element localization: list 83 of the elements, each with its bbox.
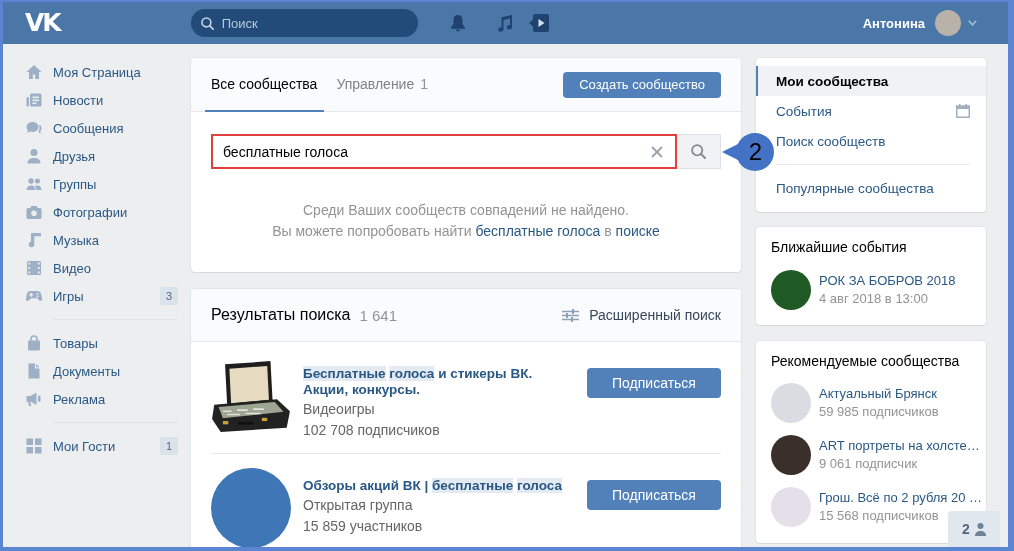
section-title: Рекомендуемые сообщества bbox=[770, 352, 961, 369]
search-button[interactable] bbox=[677, 134, 721, 169]
logo[interactable]: VK bbox=[25, 9, 60, 37]
subscribe-button[interactable]: Подписаться bbox=[587, 368, 721, 398]
subscriber-count: 15 568 подписчиков bbox=[819, 507, 940, 525]
search-icon bbox=[691, 144, 706, 159]
sidebar-item[interactable]: Игры 3 bbox=[3, 282, 178, 310]
event-date: 4 авг 2018 в 13:00 bbox=[819, 290, 929, 308]
group-avatar[interactable] bbox=[771, 435, 811, 475]
result-count: 1 641 bbox=[359, 306, 397, 324]
search-input[interactable]: бесплатные голоса bbox=[223, 143, 651, 160]
close-icon[interactable] bbox=[651, 145, 663, 158]
section-title: Ближайшие события bbox=[770, 238, 908, 255]
sidebar-item[interactable]: Моя Страница bbox=[3, 58, 178, 86]
search-link[interactable]: поиске bbox=[615, 223, 660, 239]
caret-icon[interactable] bbox=[968, 20, 977, 26]
person-icon bbox=[974, 522, 986, 536]
subscriber-count: 59 985 подписчиков bbox=[819, 403, 939, 421]
count-badge: 3 bbox=[160, 287, 178, 305]
home-icon bbox=[26, 64, 42, 80]
sidebar-item[interactable]: Товары bbox=[3, 329, 178, 357]
advanced-search-link[interactable]: Расширенный поиск bbox=[562, 307, 721, 323]
newspaper-icon bbox=[26, 92, 42, 108]
menu-item[interactable]: Мои сообщества bbox=[756, 66, 986, 96]
menu-item[interactable]: Популярные сообщества bbox=[776, 173, 986, 203]
sidebar-item[interactable]: Мои Гости 1 bbox=[3, 432, 178, 460]
sidebar-item[interactable]: Сообщения bbox=[3, 114, 178, 142]
user-name[interactable]: Антонина bbox=[862, 15, 925, 31]
document-icon bbox=[26, 363, 42, 379]
menu-item[interactable]: События bbox=[776, 96, 986, 126]
sidebar-item[interactable]: Новости bbox=[3, 86, 178, 114]
event-name[interactable]: РОК ЗА БОБРОВ 2018 bbox=[819, 272, 956, 290]
step-callout: 2 bbox=[722, 131, 774, 173]
section-title: Результаты поиска bbox=[211, 306, 351, 324]
music-note-icon[interactable] bbox=[496, 14, 512, 32]
sidebar-item[interactable]: Друзья bbox=[3, 142, 178, 170]
film-icon bbox=[26, 260, 42, 276]
sidebar-item[interactable]: Видео bbox=[3, 254, 178, 282]
user-avatar[interactable] bbox=[935, 10, 961, 36]
community-category: Открытая группа bbox=[303, 496, 414, 515]
no-results-text: Среди Ваших сообществ совпадений не найдено. bbox=[302, 201, 630, 220]
result-title[interactable]: Бесплатные голоса и стикеры ВК. Акции, конкурсы. bbox=[303, 366, 573, 398]
tab[interactable]: Все сообщества bbox=[205, 58, 325, 112]
community-name[interactable]: Грош. Всё по 2 рубля 20 … bbox=[819, 489, 983, 507]
bell-icon[interactable] bbox=[450, 14, 465, 32]
member-count: 15 859 участников bbox=[303, 517, 424, 536]
sidebar-item[interactable]: Реклама bbox=[3, 385, 178, 413]
sidebar-item[interactable]: Группы bbox=[3, 170, 178, 198]
event-avatar[interactable] bbox=[771, 270, 811, 310]
query-link[interactable]: бесплатные голоса bbox=[475, 223, 601, 239]
subscriber-count: 9 061 подписчик bbox=[819, 455, 919, 473]
people-icon bbox=[26, 176, 42, 192]
grid-icon bbox=[26, 438, 42, 454]
sidebar-item[interactable]: Музыка bbox=[3, 226, 178, 254]
member-count: 102 708 подписчиков bbox=[303, 421, 441, 440]
menu-item[interactable]: Поиск сообществ bbox=[776, 126, 986, 156]
search-icon bbox=[200, 16, 214, 30]
search-input[interactable]: Поиск bbox=[221, 15, 402, 31]
tab[interactable]: Управление 1 bbox=[330, 58, 435, 112]
speech-bubbles-icon bbox=[26, 120, 42, 136]
music-note-icon bbox=[26, 232, 42, 248]
community-name[interactable]: Актуальный Брянск bbox=[819, 385, 939, 403]
video-icon[interactable] bbox=[528, 14, 549, 32]
create-community-button[interactable]: Создать сообщество bbox=[563, 71, 721, 98]
bag-icon bbox=[26, 335, 42, 351]
online-friends-button[interactable]: 2 bbox=[948, 511, 1000, 547]
count-badge: 1 bbox=[160, 437, 178, 455]
sidebar-item[interactable]: Документы bbox=[3, 357, 178, 385]
megaphone-icon bbox=[26, 391, 42, 407]
suggestion-text: Вы можете попробовать найти бесплатные голоса в поиске bbox=[271, 222, 661, 241]
person-icon bbox=[26, 148, 42, 164]
calendar-icon[interactable] bbox=[956, 104, 970, 118]
search-field[interactable]: бесплатные голоса bbox=[211, 134, 677, 169]
camera-icon bbox=[26, 204, 42, 220]
community-name[interactable]: ART портреты на холсте… bbox=[819, 437, 980, 455]
gamepad-icon bbox=[26, 288, 42, 304]
community-category: Видеоигры bbox=[303, 400, 376, 419]
subscribe-button[interactable]: Подписаться bbox=[587, 480, 721, 510]
result-title[interactable]: Обзоры акций ВК | бесплатные голоса bbox=[303, 478, 573, 494]
briefcase-icon bbox=[211, 360, 291, 432]
sliders-icon bbox=[562, 308, 580, 322]
sidebar-item[interactable]: Фотографии bbox=[3, 198, 178, 226]
search-bar[interactable]: Поиск bbox=[190, 9, 418, 37]
